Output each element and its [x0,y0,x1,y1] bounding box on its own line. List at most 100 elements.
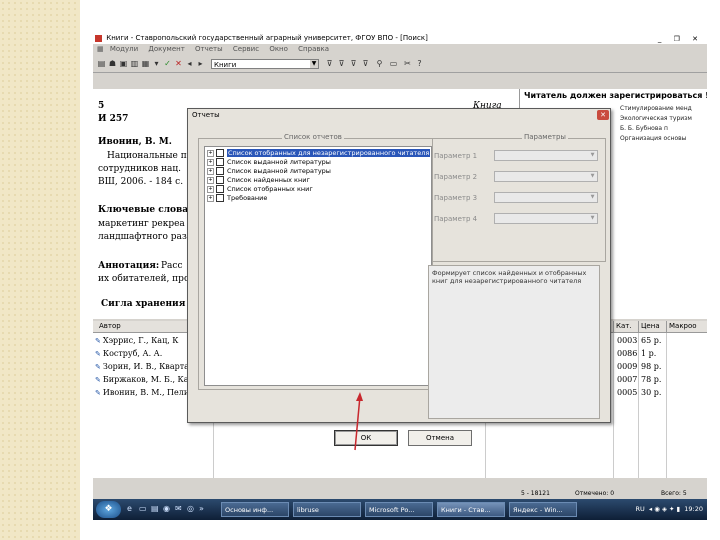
checkbox[interactable] [216,194,224,202]
checkbox[interactable] [216,158,224,166]
chevron-down-icon[interactable]: ▼ [589,173,596,180]
window-title: Книги - Ставропольский государственный а… [106,34,428,42]
taskbar-item[interactable]: Основы инф... [221,502,289,517]
chevron-down-icon[interactable]: ▾ [152,59,161,68]
menu-item-help[interactable]: Справка [298,45,329,53]
database-select-value: Книги [214,61,237,69]
checkbox[interactable] [216,185,224,193]
menu-item-service[interactable]: Сервис [233,45,259,53]
filter-clear-icon[interactable]: ⊽ [349,59,358,68]
start-button[interactable]: ❖ [96,501,121,518]
book-icon[interactable]: ▤ [97,59,106,68]
tray-icons[interactable]: ◂ ◉ ◈ ✦ ▮ [647,505,682,513]
chevron-down-icon[interactable]: ▼ [589,194,596,201]
filter-remove-icon[interactable]: ⊽ [361,59,370,68]
annotation-text: их обитателей, про [98,274,190,284]
expand-icon[interactable]: + [207,167,214,175]
print-icon[interactable]: ▭ [389,59,398,68]
system-tray: RU ◂ ◉ ◈ ✦ ▮ 19:20 [635,502,703,517]
param-label: Параметр 2 [434,173,478,181]
row-author: Хэррис, Г., Кац, К [95,336,179,345]
expand-icon[interactable]: » [199,504,209,514]
windows-taskbar: ❖ e ▭ ▤ ◉ ✉ ◎ » Основы инф... libruse Mi… [93,499,707,520]
desktop-icon[interactable]: ▭ [139,504,149,514]
column-divider [666,333,667,478]
decorative-background-strip [0,0,80,540]
chrome-icon[interactable]: ◎ [187,504,197,514]
taskbar-item[interactable]: Яндекс - Win... [509,502,577,517]
doc-menu-icon[interactable]: ▦ [97,45,104,53]
menu-bar: ▦ Модули Документ Отчеты Сервис Окно Спр… [93,44,707,55]
report-item[interactable]: + Список найденных книг [207,176,310,185]
checkbox[interactable] [216,176,224,184]
reader-list-item[interactable]: Стимулирование менд [620,105,692,112]
chevron-down-icon[interactable]: ▼ [589,215,596,222]
delete-icon[interactable]: ✕ [174,59,183,68]
print-icon[interactable]: ▣ [119,59,128,68]
reader-icon[interactable]: ☗ [108,59,117,68]
reader-list-item[interactable]: Б. Б. Бубнова п [620,125,668,132]
report-item[interactable]: + Требование [207,194,267,203]
column-header-macro[interactable]: Макроо [666,321,707,332]
document-icon[interactable]: ▥ [130,59,139,68]
cancel-button[interactable]: Отмена [408,430,472,446]
param-label: Параметр 1 [434,152,478,160]
column-header-price[interactable]: Цена [638,321,666,332]
param-2-select[interactable]: ▼ [494,171,598,182]
menu-item-document[interactable]: Документ [148,45,184,53]
filter-add-icon[interactable]: ⊽ [337,59,346,68]
ie-icon[interactable]: e [127,504,137,514]
record-text-line: сотрудников нац. [98,164,182,174]
window-titlebar: Книги - Ставропольский государственный а… [93,33,707,44]
check-icon[interactable]: ✓ [163,59,172,68]
chevron-down-icon[interactable]: ▼ [589,152,596,159]
folder-icon[interactable]: ▤ [151,504,161,514]
arrow-right-icon[interactable]: ▸ [196,59,205,68]
media-icon[interactable]: ◉ [163,504,173,514]
row-cat: 0007 [617,375,638,384]
column-header-cat[interactable]: Кат. [613,321,638,332]
clock[interactable]: 19:20 [684,505,703,513]
expand-icon[interactable]: + [207,176,214,184]
close-icon[interactable]: ✕ [597,110,609,120]
arrow-left-icon[interactable]: ◂ [185,59,194,68]
expand-icon[interactable]: + [207,185,214,193]
expand-icon[interactable]: + [207,194,214,202]
annotation-label: Аннотация: [98,261,160,271]
taskbar-item-active[interactable]: Книги - Став... [437,502,505,517]
status-total: Всего: 5 [661,490,687,497]
record-author: Ивонин, В. М. [98,137,172,147]
menu-item-modules[interactable]: Модули [110,45,138,53]
column-divider [638,333,639,478]
menu-item-window[interactable]: Окно [269,45,288,53]
reader-list-item[interactable]: Организация основы [620,135,686,142]
checkbox[interactable] [216,167,224,175]
expand-icon[interactable]: + [207,149,214,157]
chevron-down-icon[interactable]: ▼ [310,60,318,68]
taskbar-item[interactable]: Microsoft Po... [365,502,433,517]
checkbox[interactable] [216,149,224,157]
filter-icon[interactable]: ⊽ [325,59,334,68]
param-4-select[interactable]: ▼ [494,213,598,224]
status-marked: Отмечено: 0 [575,490,615,497]
reader-list-item[interactable]: Экологическая туризм [620,115,692,122]
report-item[interactable]: + Список выданной литературы [207,167,331,176]
param-3-select[interactable]: ▼ [494,192,598,203]
report-item-selected[interactable]: + Список отобранных для незарегистрирован… [207,149,431,158]
help-icon[interactable]: ? [415,59,424,68]
report-item[interactable]: + Список выданной литературы [207,158,331,167]
database-select[interactable]: Книги ▼ [211,59,319,69]
search-icon[interactable]: ⚲ [375,59,384,68]
reports-dialog: Отчеты ✕ Список отчетов Параметры + Списо… [187,108,611,446]
taskbar-item[interactable]: libruse [293,502,361,517]
status-bar: 5 - 18121 Отмечено: 0 Всего: 5 [93,489,707,499]
expand-icon[interactable]: + [207,158,214,166]
row-author: Биржаков, М. Б., Ка [95,375,189,384]
mail-icon[interactable]: ✉ [175,504,185,514]
report-item[interactable]: + Список отобранных книг [207,185,313,194]
cut-icon[interactable]: ✂ [403,59,412,68]
menu-item-reports[interactable]: Отчеты [195,45,223,53]
report-icon[interactable]: ▦ [141,59,150,68]
language-indicator[interactable]: RU [635,505,644,513]
param-1-select[interactable]: ▼ [494,150,598,161]
